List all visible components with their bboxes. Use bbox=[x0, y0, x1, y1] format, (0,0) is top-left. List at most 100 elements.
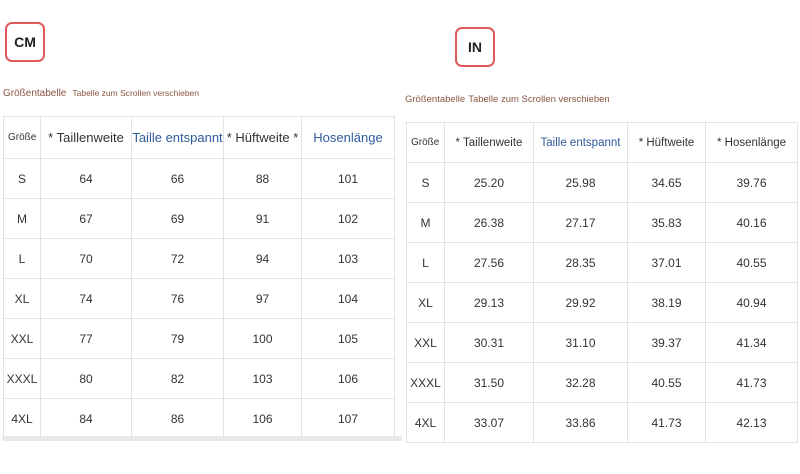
measurement-cell: 107 bbox=[301, 398, 395, 439]
unit-badge-in[interactable]: IN bbox=[455, 27, 495, 67]
table-row: XL 29.13 29.92 38.19 40.94 bbox=[406, 282, 798, 323]
measurement-cell: 91 bbox=[223, 198, 302, 239]
measurement-cell: 80 bbox=[40, 358, 132, 399]
measurement-cell: 33.07 bbox=[444, 402, 534, 443]
measurement-cell: 82 bbox=[131, 358, 224, 399]
measurement-cell: 104 bbox=[301, 278, 395, 319]
caption-title: Größentabelle bbox=[3, 88, 67, 99]
header-waist: * Taillenweite bbox=[40, 116, 132, 159]
measurement-cell: 25.20 bbox=[444, 162, 534, 203]
measurement-cell: 33.86 bbox=[533, 402, 628, 443]
measurement-cell: 42.13 bbox=[705, 402, 798, 443]
header-hip: * Hüftweite bbox=[627, 122, 706, 163]
measurement-cell: 27.17 bbox=[533, 202, 628, 243]
size-table-in[interactable]: Größe * Taillenweite Taille entspannt * … bbox=[406, 122, 798, 443]
measurement-cell: 34.65 bbox=[627, 162, 706, 203]
table-caption-in: Größentabelle Tabelle zum Scrollen versch… bbox=[405, 94, 610, 105]
measurement-cell: 30.31 bbox=[444, 322, 534, 363]
header-waist-relaxed: Taille entspannt bbox=[533, 122, 628, 163]
measurement-cell: 38.19 bbox=[627, 282, 706, 323]
size-cell: XXXL bbox=[406, 362, 445, 403]
measurement-cell: 102 bbox=[301, 198, 395, 239]
size-table-cm[interactable]: Größe * Taillenweite Taille entspannt * … bbox=[3, 116, 395, 439]
measurement-cell: 28.35 bbox=[533, 242, 628, 283]
table-header-row: Größe * Taillenweite Taille entspannt * … bbox=[406, 122, 798, 163]
table-row: XXL 30.31 31.10 39.37 41.34 bbox=[406, 322, 798, 363]
measurement-cell: 88 bbox=[223, 158, 302, 199]
scroll-hint-text: Tabelle zum Scrollen verschieben bbox=[468, 94, 610, 105]
measurement-cell: 41.73 bbox=[705, 362, 798, 403]
header-length: Hosenlänge bbox=[301, 116, 395, 159]
size-cell: S bbox=[3, 158, 41, 199]
caption-title: Größentabelle bbox=[405, 94, 466, 105]
measurement-cell: 77 bbox=[40, 318, 132, 359]
scroll-hint-text: Tabelle zum Scrollen verschieben bbox=[72, 88, 199, 98]
measurement-cell: 64 bbox=[40, 158, 132, 199]
measurement-cell: 32.28 bbox=[533, 362, 628, 403]
measurement-cell: 67 bbox=[40, 198, 132, 239]
table-row: L 27.56 28.35 37.01 40.55 bbox=[406, 242, 798, 283]
size-cell: M bbox=[406, 202, 445, 243]
measurement-cell: 79 bbox=[131, 318, 224, 359]
size-cell: M bbox=[3, 198, 41, 239]
measurement-cell: 84 bbox=[40, 398, 132, 439]
header-size: Größe bbox=[406, 122, 445, 163]
measurement-cell: 26.38 bbox=[444, 202, 534, 243]
size-cell: XXL bbox=[3, 318, 41, 359]
measurement-cell: 29.92 bbox=[533, 282, 628, 323]
size-cell: XXXL bbox=[3, 358, 41, 399]
table-row: XXL 77 79 100 105 bbox=[3, 318, 395, 359]
measurement-cell: 40.16 bbox=[705, 202, 798, 243]
size-cell: L bbox=[3, 238, 41, 279]
unit-badge-cm[interactable]: CM bbox=[5, 22, 45, 62]
measurement-cell: 40.55 bbox=[705, 242, 798, 283]
table-row: XL 74 76 97 104 bbox=[3, 278, 395, 319]
measurement-cell: 86 bbox=[131, 398, 224, 439]
size-cell: XL bbox=[3, 278, 41, 319]
table-row: 4XL 84 86 106 107 bbox=[3, 398, 395, 439]
measurement-cell: 101 bbox=[301, 158, 395, 199]
measurement-cell: 40.55 bbox=[627, 362, 706, 403]
measurement-cell: 76 bbox=[131, 278, 224, 319]
table-header-row: Größe * Taillenweite Taille entspannt * … bbox=[3, 116, 395, 159]
measurement-cell: 100 bbox=[223, 318, 302, 359]
table-row: XXXL 31.50 32.28 40.55 41.73 bbox=[406, 362, 798, 403]
measurement-cell: 70 bbox=[40, 238, 132, 279]
table-row: L 70 72 94 103 bbox=[3, 238, 395, 279]
measurement-cell: 106 bbox=[301, 358, 395, 399]
measurement-cell: 39.76 bbox=[705, 162, 798, 203]
size-cell: L bbox=[406, 242, 445, 283]
measurement-cell: 31.10 bbox=[533, 322, 628, 363]
measurement-cell: 97 bbox=[223, 278, 302, 319]
header-waist: * Taillenweite bbox=[444, 122, 534, 163]
measurement-cell: 41.34 bbox=[705, 322, 798, 363]
table-row: M 26.38 27.17 35.83 40.16 bbox=[406, 202, 798, 243]
measurement-cell: 103 bbox=[301, 238, 395, 279]
header-waist-relaxed: Taille entspannt bbox=[131, 116, 224, 159]
measurement-cell: 37.01 bbox=[627, 242, 706, 283]
size-cell: 4XL bbox=[406, 402, 445, 443]
header-size: Größe bbox=[3, 116, 41, 159]
measurement-cell: 25.98 bbox=[533, 162, 628, 203]
measurement-cell: 94 bbox=[223, 238, 302, 279]
measurement-cell: 29.13 bbox=[444, 282, 534, 323]
table-row: S 64 66 88 101 bbox=[3, 158, 395, 199]
measurement-cell: 74 bbox=[40, 278, 132, 319]
size-cell: S bbox=[406, 162, 445, 203]
header-hip: * Hüftweite * bbox=[223, 116, 302, 159]
table-row: 4XL 33.07 33.86 41.73 42.13 bbox=[406, 402, 798, 443]
measurement-cell: 41.73 bbox=[627, 402, 706, 443]
table-caption-cm: Größentabelle Tabelle zum Scrollen versch… bbox=[3, 88, 199, 99]
header-length: * Hosenlänge bbox=[705, 122, 798, 163]
table-row: XXXL 80 82 103 106 bbox=[3, 358, 395, 399]
table-row: M 67 69 91 102 bbox=[3, 198, 395, 239]
size-cell: XXL bbox=[406, 322, 445, 363]
measurement-cell: 27.56 bbox=[444, 242, 534, 283]
horizontal-scrollbar[interactable] bbox=[2, 436, 402, 441]
size-cell: XL bbox=[406, 282, 445, 323]
measurement-cell: 39.37 bbox=[627, 322, 706, 363]
table-row: S 25.20 25.98 34.65 39.76 bbox=[406, 162, 798, 203]
size-cell: 4XL bbox=[3, 398, 41, 439]
measurement-cell: 103 bbox=[223, 358, 302, 399]
measurement-cell: 105 bbox=[301, 318, 395, 359]
